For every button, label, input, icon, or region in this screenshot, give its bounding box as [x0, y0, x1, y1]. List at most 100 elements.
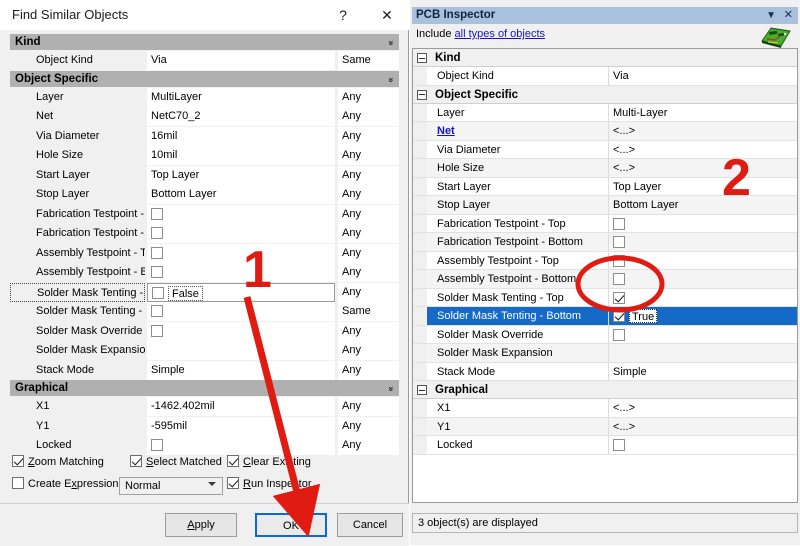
property-value[interactable]: Top Layer: [147, 165, 335, 185]
collapse-chevron-icon[interactable]: »: [382, 40, 399, 44]
property-row[interactable]: Fabrication Testpoint - Bottom Any: [10, 224, 399, 244]
section-header-object-specific[interactable]: Object Specific »: [10, 70, 399, 88]
match-mode-cell[interactable]: Any: [338, 263, 399, 282]
property-value[interactable]: NetC70_2: [147, 107, 335, 126]
checkbox[interactable]: [151, 207, 163, 220]
property-value[interactable]: <...>: [609, 141, 797, 159]
match-mode-cell[interactable]: Any: [338, 224, 399, 243]
checkbox[interactable]: [613, 236, 625, 248]
property-row[interactable]: Solder Mask Tenting - Bottom Same: [10, 302, 399, 322]
property-value[interactable]: -1462.402mil: [147, 397, 335, 416]
checkbox[interactable]: [12, 477, 24, 489]
property-row[interactable]: Y1 <...>: [413, 417, 797, 436]
property-value[interactable]: MultiLayer: [147, 87, 335, 107]
property-row[interactable]: Solder Mask Expansion Any: [10, 341, 399, 361]
property-row[interactable]: Solder Mask Override Any: [10, 321, 399, 342]
property-value[interactable]: [609, 344, 797, 362]
cancel-button[interactable]: Cancel: [337, 513, 403, 537]
checkbox[interactable]: [151, 266, 163, 278]
property-row[interactable]: Y1 -595mil Any: [10, 416, 399, 437]
ok-button[interactable]: OK: [255, 513, 327, 537]
option-create-expression[interactable]: Create Expression: [12, 477, 119, 490]
match-mode-cell[interactable]: Any: [338, 146, 399, 165]
section-header-kind[interactable]: Kind: [413, 49, 797, 67]
match-mode-cell[interactable]: Any: [338, 282, 399, 302]
property-row[interactable]: Assembly Testpoint - Bottom Any: [10, 263, 399, 283]
property-row[interactable]: Locked: [413, 436, 797, 455]
property-value[interactable]: <...>: [609, 418, 797, 436]
property-row[interactable]: Layer Multi-Layer: [413, 103, 797, 122]
option-clear-existing[interactable]: Clear Existing: [227, 455, 311, 468]
checkbox[interactable]: [613, 273, 625, 285]
property-row[interactable]: Stop Layer Bottom Layer Any: [10, 185, 399, 205]
match-mode-cell[interactable]: Any: [338, 321, 399, 341]
property-value[interactable]: [609, 233, 797, 251]
checkbox[interactable]: [613, 217, 625, 230]
property-row[interactable]: X1 <...>: [413, 399, 797, 418]
help-icon[interactable]: ?: [333, 5, 353, 25]
property-value[interactable]: 16mil: [147, 126, 335, 146]
property-row[interactable]: Start Layer Top Layer Any: [10, 165, 399, 186]
value-editor[interactable]: False: [168, 285, 203, 301]
match-mode-cell[interactable]: Any: [338, 341, 399, 360]
property-value[interactable]: -595mil: [147, 416, 335, 436]
property-value[interactable]: [147, 243, 335, 263]
property-row[interactable]: Fabrication Testpoint - Bottom: [413, 233, 797, 252]
checkbox[interactable]: [613, 439, 625, 451]
collapse-box-icon[interactable]: [417, 385, 427, 395]
property-value[interactable]: [147, 321, 335, 341]
close-icon[interactable]: ✕: [376, 5, 398, 25]
checkbox[interactable]: [151, 324, 163, 337]
match-mode-cell[interactable]: Same: [338, 302, 399, 321]
property-value[interactable]: False: [147, 282, 335, 302]
value-editor[interactable]: True: [629, 309, 658, 323]
property-row[interactable]: Via Diameter 16mil Any: [10, 126, 399, 147]
match-mode-cell[interactable]: Any: [338, 87, 399, 107]
checkbox[interactable]: [130, 455, 142, 467]
checkbox[interactable]: [227, 477, 239, 489]
property-row[interactable]: Stack Mode Simple: [413, 362, 797, 381]
checkbox[interactable]: [613, 254, 625, 267]
property-row[interactable]: Assembly Testpoint - Bottom: [413, 270, 797, 289]
match-mode-cell[interactable]: Any: [338, 397, 399, 416]
property-value[interactable]: [147, 204, 335, 224]
property-value[interactable]: Via: [609, 67, 797, 85]
match-mode-cell[interactable]: Any: [338, 416, 399, 436]
match-mode-cell[interactable]: Any: [338, 185, 399, 204]
property-row[interactable]: Object Kind Via Same: [10, 51, 399, 71]
match-mode-cell[interactable]: Any: [338, 436, 399, 455]
property-value[interactable]: [609, 436, 797, 454]
section-header-object-specific[interactable]: Object Specific: [413, 85, 797, 104]
property-row[interactable]: Hole Size 10mil Any: [10, 146, 399, 166]
property-row[interactable]: Assembly Testpoint - Top: [413, 251, 797, 270]
property-value[interactable]: [609, 270, 797, 288]
property-row[interactable]: Solder Mask Tenting - Bottom True: [413, 307, 797, 326]
match-mode-cell[interactable]: Same: [338, 51, 399, 70]
chevron-down-icon[interactable]: ▼: [766, 7, 776, 24]
property-value[interactable]: [609, 326, 797, 344]
property-value[interactable]: [147, 224, 335, 243]
collapse-box-icon[interactable]: [417, 53, 427, 63]
property-value[interactable]: Simple: [147, 360, 335, 380]
property-value[interactable]: Bottom Layer: [609, 196, 797, 214]
collapse-chevron-icon[interactable]: »: [382, 386, 399, 390]
checkbox[interactable]: [151, 227, 163, 239]
checkbox[interactable]: [613, 328, 625, 341]
property-row[interactable]: Locked Any: [10, 436, 399, 456]
property-row[interactable]: Solder Mask Tenting - Top: [413, 288, 797, 307]
property-row[interactable]: Object Kind Via: [413, 67, 797, 86]
option-run-inspector[interactable]: Run Inspector: [227, 477, 312, 490]
checkbox[interactable]: [613, 291, 625, 304]
property-value[interactable]: [147, 341, 335, 360]
property-row[interactable]: Solder Mask Override: [413, 325, 797, 344]
option-select-matched[interactable]: Select Matched: [130, 455, 222, 468]
checkbox[interactable]: [151, 305, 163, 317]
property-value[interactable]: <...>: [609, 159, 797, 177]
match-mode-cell[interactable]: Any: [338, 126, 399, 146]
property-row[interactable]: Fabrication Testpoint - Top: [413, 214, 797, 233]
match-mode-cell[interactable]: Any: [338, 204, 399, 224]
property-row[interactable]: Net <...>: [413, 122, 797, 141]
match-mode-cell[interactable]: Any: [338, 243, 399, 263]
section-header-graphical[interactable]: Graphical »: [10, 380, 399, 397]
section-header-kind[interactable]: Kind »: [10, 34, 399, 51]
